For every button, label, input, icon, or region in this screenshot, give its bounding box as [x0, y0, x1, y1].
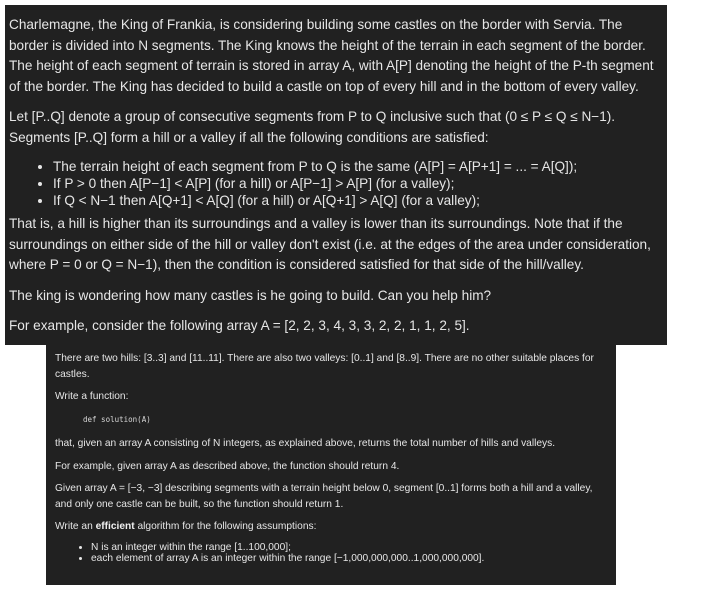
explanation-paragraph: That is, a hill is higher than its surro…	[9, 216, 651, 272]
efficient-bold: efficient	[95, 521, 135, 532]
condition-item: The terrain height of each segment from …	[53, 158, 667, 175]
assumption-item: each element of array A is an integer wi…	[91, 553, 616, 565]
intro-paragraph: Charlemagne, the King of Frankia, is con…	[9, 17, 654, 94]
efficient-algorithm-paragraph: Write an efficient algorithm for the fol…	[55, 519, 616, 535]
function-signature-code: def solution(A)	[83, 414, 151, 424]
definition-paragraph: Let [P..Q] denote a group of consecutive…	[9, 109, 616, 145]
efficient-prefix: Write an	[55, 521, 96, 532]
assumptions-list: N is an integer within the range [1..100…	[55, 542, 616, 565]
assumption-item: N is an integer within the range [1..100…	[91, 542, 616, 554]
condition-item: If P > 0 then A[P−1] < A[P] (for a hill)…	[53, 175, 667, 192]
write-function-paragraph: Write a function:	[55, 391, 129, 402]
example-return-paragraph: For example, given array A as described …	[55, 460, 400, 472]
condition-item: If Q < N−1 then A[Q+1] < A[Q] (for a hil…	[53, 192, 667, 209]
conditions-list: The terrain height of each segment from …	[9, 158, 667, 209]
returns-paragraph: that, given an array A consisting of N i…	[55, 438, 556, 449]
second-example-paragraph: Given array A = [−3, −3] describing segm…	[55, 483, 593, 510]
example-paragraph: For example, consider the following arra…	[9, 318, 470, 333]
problem-description-panel-bottom: There are two hills: [3..3] and [11..11]…	[46, 345, 616, 585]
question-paragraph: The king is wondering how many castles i…	[9, 287, 492, 303]
problem-description-panel-top: Charlemagne, the King of Frankia, is con…	[5, 5, 667, 345]
efficient-suffix: algorithm for the following assumptions:	[134, 521, 317, 532]
hills-valleys-paragraph: There are two hills: [3..3] and [11..11]…	[55, 353, 594, 380]
